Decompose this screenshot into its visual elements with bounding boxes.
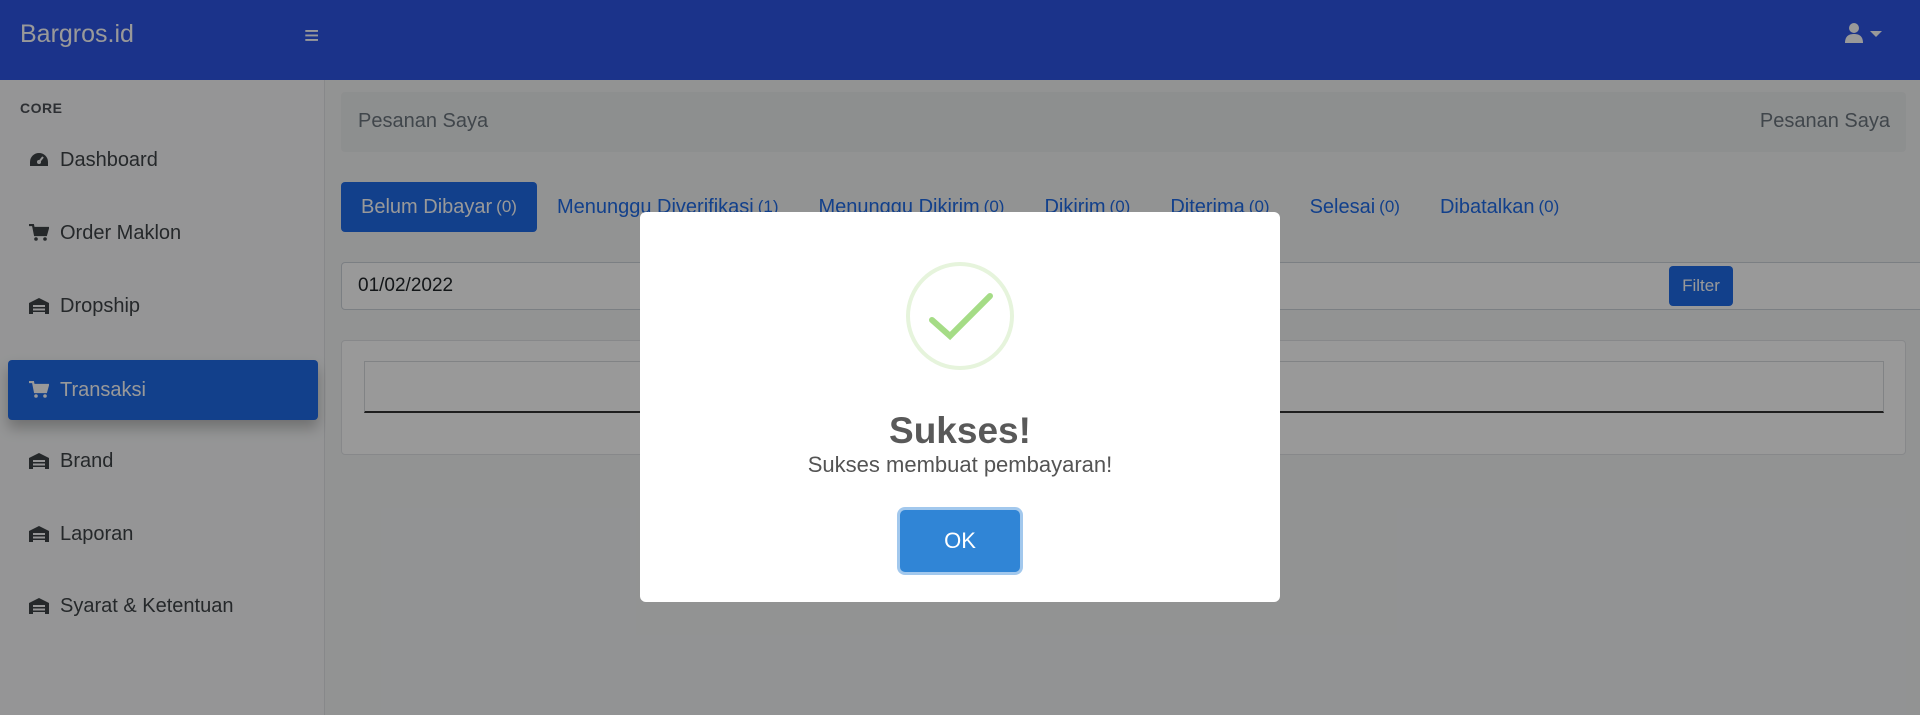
success-dialog: Sukses! Sukses membuat pembayaran! OK xyxy=(640,212,1280,602)
dialog-title: Sukses! xyxy=(889,410,1031,451)
ok-button[interactable]: OK xyxy=(900,510,1020,572)
dialog-message: Sukses membuat pembayaran! xyxy=(807,452,1113,477)
success-check-icon xyxy=(906,262,1014,370)
